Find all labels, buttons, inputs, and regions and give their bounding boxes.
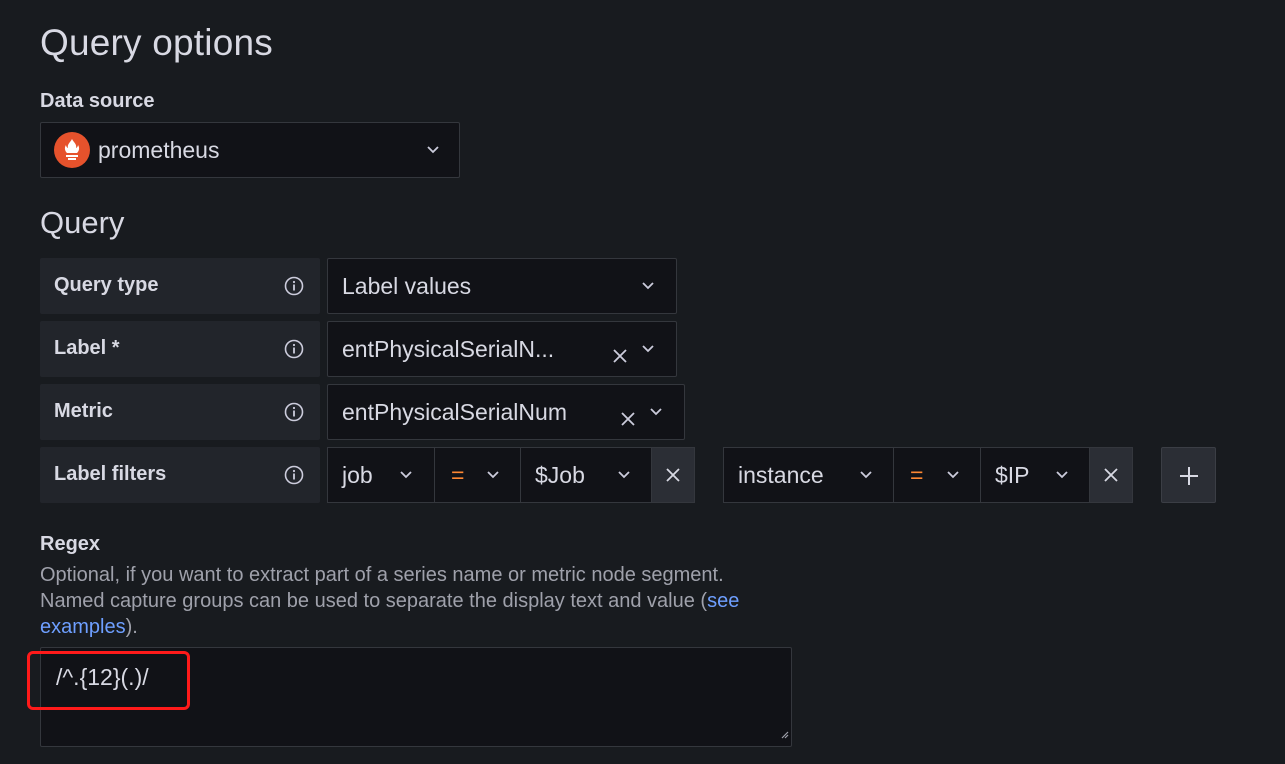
filter-operator-select[interactable]: =	[434, 447, 521, 503]
resize-handle-icon[interactable]	[779, 726, 789, 744]
annotation-highlight-box	[27, 651, 190, 710]
query-type-label-text: Query type	[54, 274, 159, 296]
data-source-value: prometheus	[98, 137, 220, 163]
remove-filter-button[interactable]	[651, 447, 695, 503]
regex-description-end: ).	[125, 616, 138, 638]
filter-key-select[interactable]: job	[327, 447, 435, 503]
chevron-down-icon	[427, 146, 439, 156]
clear-icon[interactable]	[620, 406, 636, 426]
label-select[interactable]: entPhysicalSerialN...	[327, 321, 677, 377]
chevron-down-icon	[860, 471, 872, 481]
info-icon[interactable]	[284, 465, 304, 485]
info-icon[interactable]	[284, 276, 304, 296]
chevron-down-icon	[947, 471, 959, 481]
filter-key-value: job	[342, 462, 373, 488]
chevron-down-icon	[400, 471, 412, 481]
data-source-select[interactable]: prometheus	[40, 122, 460, 178]
prometheus-logo-icon	[54, 132, 90, 168]
page-title: Query options	[40, 22, 273, 63]
filter-value-select[interactable]: $Job	[520, 447, 652, 503]
metric-select[interactable]: entPhysicalSerialNum	[327, 384, 685, 440]
query-type-select[interactable]: Label values	[327, 258, 677, 314]
label-filters-label: Label filters	[40, 447, 320, 503]
regex-description-line2: Named capture groups can be used to sepa…	[40, 590, 708, 612]
filter-key-value: instance	[738, 462, 824, 488]
metric-label-text: Metric	[54, 400, 113, 422]
label-field-label: Label *	[40, 321, 320, 377]
remove-filter-button[interactable]	[1089, 447, 1133, 503]
filter-key-select[interactable]: instance	[723, 447, 894, 503]
chevron-down-icon	[650, 408, 662, 418]
regex-description: Optional, if you want to extract part of…	[40, 562, 880, 640]
clear-icon[interactable]	[612, 343, 628, 363]
metric-label: Metric	[40, 384, 320, 440]
close-icon	[1104, 468, 1118, 482]
info-icon[interactable]	[284, 339, 304, 359]
label-filters-label-text: Label filters	[54, 463, 167, 485]
filter-operator-value: =	[451, 462, 465, 488]
label-field-label-text: Label *	[54, 337, 120, 359]
metric-value: entPhysicalSerialNum	[342, 399, 567, 425]
chevron-down-icon	[642, 282, 654, 292]
add-filter-button[interactable]	[1161, 447, 1216, 503]
regex-description-line1: Optional, if you want to extract part of…	[40, 564, 724, 586]
info-icon[interactable]	[284, 402, 304, 422]
chevron-down-icon	[1056, 471, 1068, 481]
see-examples-link[interactable]: see	[707, 590, 739, 612]
chevron-down-icon	[487, 471, 499, 481]
data-source-label: Data source	[40, 90, 155, 112]
filter-value-select[interactable]: $IP	[980, 447, 1090, 503]
filter-value-value: $Job	[535, 462, 585, 488]
plus-icon	[1180, 467, 1198, 485]
query-options-panel: Query options Data source prometheus Que…	[0, 0, 1285, 764]
query-type-value: Label values	[342, 273, 472, 299]
filter-value-value: $IP	[995, 462, 1030, 488]
close-icon	[666, 468, 680, 482]
label-value: entPhysicalSerialN...	[342, 336, 555, 362]
filter-operator-select[interactable]: =	[893, 447, 981, 503]
see-examples-link[interactable]: examples	[40, 616, 126, 638]
query-type-label: Query type	[40, 258, 320, 314]
query-section-title: Query	[40, 205, 125, 240]
chevron-down-icon	[618, 471, 630, 481]
chevron-down-icon	[642, 345, 654, 355]
regex-label: Regex	[40, 533, 101, 555]
filter-operator-value: =	[910, 462, 924, 488]
